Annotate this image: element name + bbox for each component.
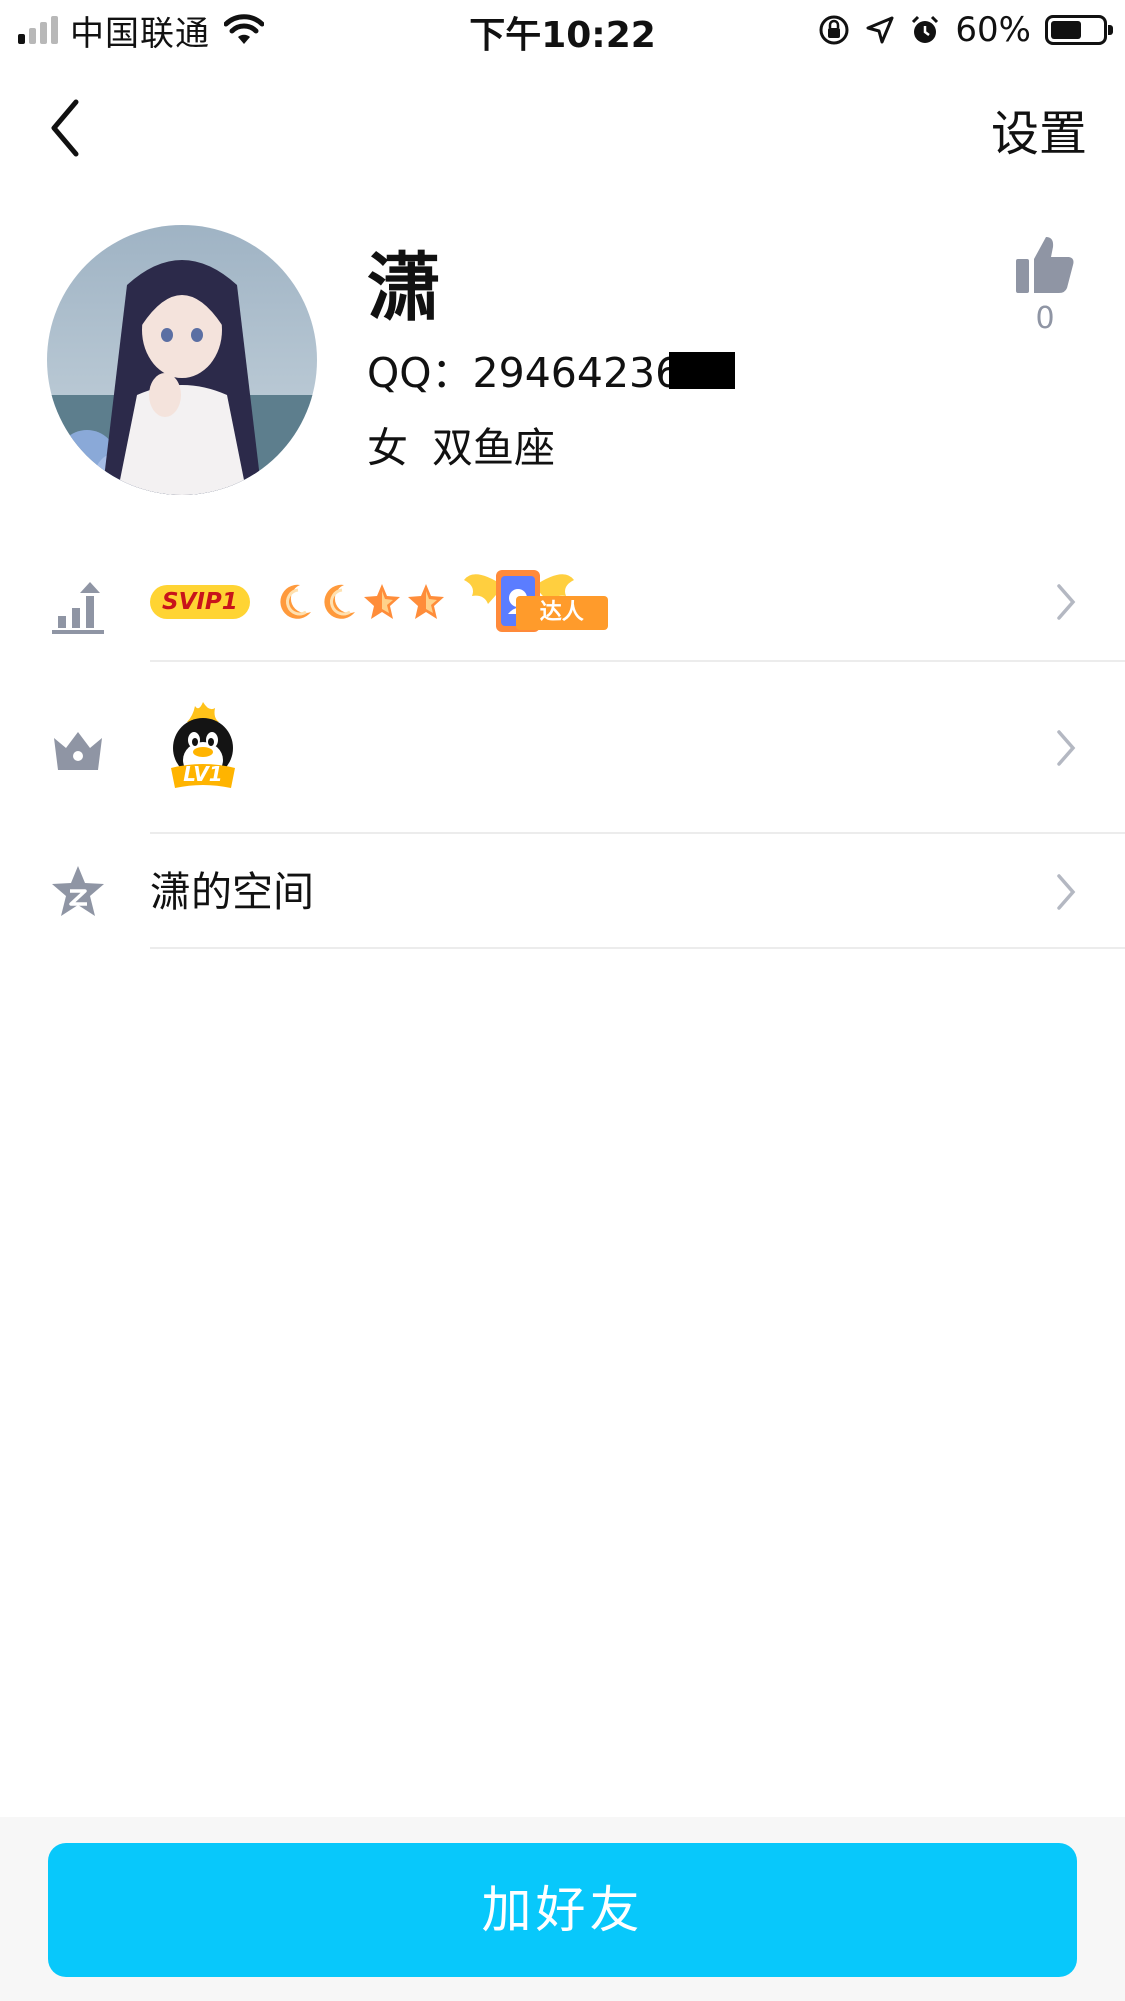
like-count: 0 (1035, 301, 1055, 336)
chevron-right-icon (1057, 874, 1076, 910)
settings-button[interactable]: 设置 (991, 94, 1087, 164)
daren-badge: 达人 (463, 566, 609, 638)
chevron-right-icon (1057, 584, 1076, 620)
list-row-penguin[interactable]: LV1 (0, 662, 1125, 834)
svip-badge: SVIP1 (150, 585, 250, 619)
zodiac-label: 双鱼座 (432, 424, 555, 472)
penguin-level-badge: LV1 (163, 698, 243, 796)
bottom-bar: 加好友 (0, 1817, 1125, 2001)
qzone-star-icon (52, 866, 104, 916)
moon-icon (324, 584, 355, 619)
thumbs-up-icon (1016, 237, 1074, 293)
daren-label: 达人 (515, 596, 608, 630)
avatar[interactable] (47, 225, 317, 495)
divider (150, 947, 1125, 949)
orientation-lock-icon (819, 15, 849, 45)
star-icon (363, 584, 400, 619)
add-friend-button[interactable]: 加好友 (48, 1843, 1077, 1977)
crown-icon (54, 732, 102, 770)
alarm-icon (912, 15, 939, 43)
qq-prefix: QQ： (367, 349, 473, 397)
level-icons (274, 582, 446, 622)
penguin-level-label: LV1 (183, 762, 223, 786)
status-right: 60% (817, 8, 1113, 52)
profile-name: 潇 (367, 245, 441, 331)
nav-bar: 设置 (0, 62, 1125, 192)
qq-number: QQ：29464236 (367, 347, 736, 399)
moon-icon (280, 584, 311, 619)
badge-strip: SVIP1 达人 (150, 562, 609, 642)
qq-number-value: 29464236 (472, 349, 682, 397)
chevron-right-icon (1057, 730, 1076, 766)
list-row-qzone[interactable]: 潇的空间 (0, 834, 1125, 949)
like-button[interactable]: 0 (1010, 235, 1080, 336)
battery-icon (1045, 15, 1113, 45)
status-bar: 中国联通 下午10:22 60% (0, 0, 1125, 62)
chevron-left-icon[interactable] (40, 92, 100, 162)
star-icon (407, 584, 444, 619)
level-up-icon (52, 582, 104, 634)
redaction-block (669, 352, 736, 389)
gender-label: 女 (367, 424, 408, 472)
battery-percent: 60% (955, 10, 1031, 50)
location-arrow-icon (866, 16, 894, 44)
gender-zodiac: 女双鱼座 (367, 420, 555, 476)
qzone-label: 潇的空间 (150, 868, 314, 916)
list-row-level[interactable]: SVIP1 达人 (0, 540, 1125, 662)
